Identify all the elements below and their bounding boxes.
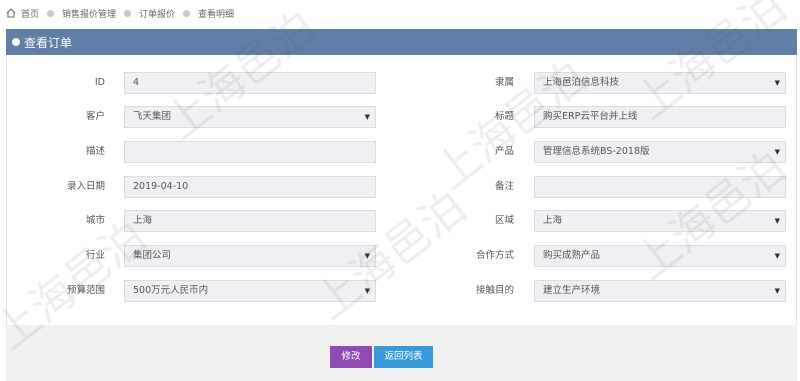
breadcrumb: 首页 销售报价管理 订单报价 查看明细 <box>6 5 234 21</box>
city-label: 城市 <box>85 215 105 226</box>
purpose-value: 建立生产环境 <box>543 285 601 296</box>
back-to-list-button[interactable]: 返回列表 <box>374 346 433 368</box>
dropdown-arrow-icon: ▼ <box>364 252 370 260</box>
description-label: 描述 <box>85 146 105 157</box>
order-form: ID 4 隶属 上海邑泊信息科技 ▼ 客户 飞天集团 ▼ 标题 购买ERP云平台… <box>6 55 797 325</box>
product-label: 产品 <box>494 146 514 157</box>
id-value: 4 <box>133 77 140 88</box>
edit-button[interactable]: 修改 <box>330 346 372 368</box>
order-icon <box>12 38 20 46</box>
customer-value: 飞天集团 <box>133 111 172 122</box>
owner-label: 隶属 <box>494 77 514 88</box>
region-select[interactable]: 上海 ▼ <box>534 210 786 232</box>
customer-select[interactable]: 飞天集团 ▼ <box>124 106 376 128</box>
breadcrumb-separator-icon <box>183 9 191 17</box>
dropdown-arrow-icon: ▼ <box>774 148 780 156</box>
cooperation-select[interactable]: 购买成熟产品 ▼ <box>534 245 786 267</box>
breadcrumb-order-quote[interactable]: 订单报价 <box>139 7 175 20</box>
dropdown-arrow-icon: ▼ <box>774 217 780 225</box>
home-icon[interactable] <box>6 8 16 18</box>
remark-field[interactable] <box>534 176 786 198</box>
id-field[interactable]: 4 <box>124 72 376 94</box>
budget-select[interactable]: 500万元人民币内 ▼ <box>124 280 376 302</box>
breadcrumb-sales-quote[interactable]: 销售报价管理 <box>62 7 116 20</box>
breadcrumb-view-details: 查看明细 <box>198 9 235 20</box>
entry-date-value: 2019-04-10 <box>133 181 189 192</box>
cooperation-value: 购买成熟产品 <box>543 250 601 261</box>
description-field[interactable] <box>124 141 376 163</box>
page-title: 查看订单 <box>24 35 73 50</box>
purpose-label: 接触目的 <box>475 285 514 296</box>
industry-label: 行业 <box>85 250 105 261</box>
breadcrumb-separator-icon <box>47 9 55 17</box>
region-label: 区域 <box>494 215 514 226</box>
purpose-select[interactable]: 建立生产环境 ▼ <box>534 280 786 302</box>
dropdown-arrow-icon: ▼ <box>364 287 370 295</box>
dropdown-arrow-icon: ▼ <box>774 79 780 87</box>
form-footer: 修改 返回列表 <box>6 325 797 381</box>
industry-value: 集团公司 <box>133 250 172 261</box>
breadcrumb-home[interactable]: 首页 <box>21 7 39 20</box>
dropdown-arrow-icon: ▼ <box>774 252 780 260</box>
entry-date-label: 录入日期 <box>66 181 105 192</box>
owner-value: 上海邑泊信息科技 <box>543 77 620 88</box>
industry-select[interactable]: 集团公司 ▼ <box>124 245 376 267</box>
product-value: 管理信息系统BS-2018版 <box>543 146 650 157</box>
dropdown-arrow-icon: ▼ <box>774 287 780 295</box>
region-value: 上海 <box>543 215 563 226</box>
budget-label: 预算范围 <box>66 285 105 296</box>
remark-label: 备注 <box>494 181 514 192</box>
panel-title-bar: 查看订单 <box>6 29 797 55</box>
customer-label: 客户 <box>85 111 105 122</box>
dropdown-arrow-icon: ▼ <box>364 113 370 121</box>
subject-value: 购买ERP云平台并上线 <box>543 111 638 122</box>
budget-value: 500万元人民币内 <box>133 285 209 296</box>
product-select[interactable]: 管理信息系统BS-2018版 ▼ <box>534 141 786 163</box>
subject-field[interactable]: 购买ERP云平台并上线 <box>534 106 786 128</box>
city-field[interactable]: 上海 <box>124 210 376 232</box>
owner-select[interactable]: 上海邑泊信息科技 ▼ <box>534 72 786 94</box>
breadcrumb-separator-icon <box>124 9 132 17</box>
id-label: ID <box>94 77 105 88</box>
city-value: 上海 <box>133 215 153 226</box>
cooperation-label: 合作方式 <box>475 250 514 261</box>
subject-label: 标题 <box>494 111 514 122</box>
entry-date-field[interactable]: 2019-04-10 <box>124 176 376 198</box>
